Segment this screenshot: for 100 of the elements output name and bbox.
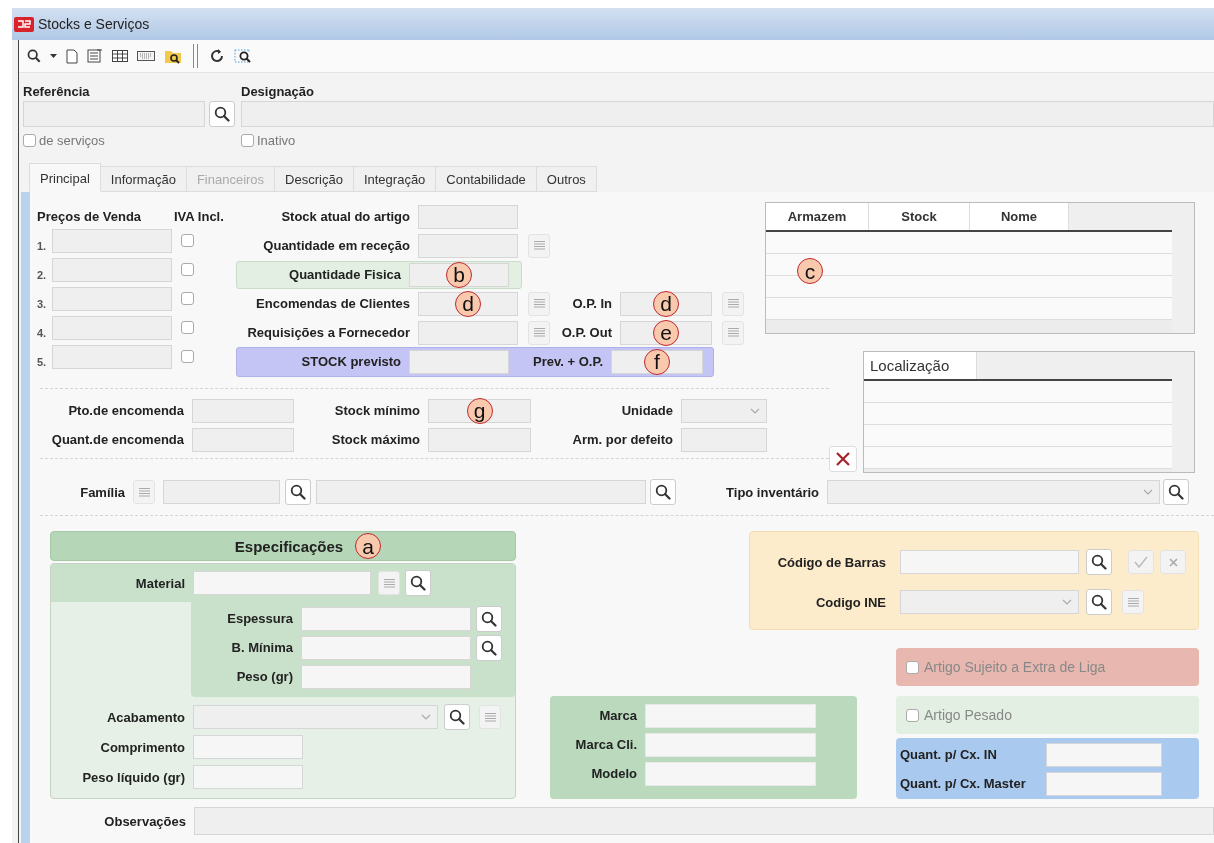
checkbox[interactable] — [23, 133, 36, 147]
input-field[interactable] — [645, 703, 816, 728]
check-icon — [1134, 556, 1148, 568]
delete-button[interactable] — [829, 446, 857, 472]
price-field[interactable] — [52, 257, 172, 282]
tab[interactable]: Descrição — [275, 166, 354, 192]
price-field[interactable] — [52, 286, 172, 311]
horizontal-scrollbar[interactable] — [766, 320, 1172, 333]
search-button[interactable] — [476, 634, 502, 661]
input-field[interactable] — [316, 480, 646, 504]
search-button[interactable] — [1163, 479, 1189, 505]
horizontal-scrollbar[interactable] — [864, 469, 1172, 472]
list-button[interactable] — [528, 320, 550, 345]
dropdown[interactable] — [681, 398, 767, 423]
input-field[interactable] — [192, 398, 294, 423]
table-row[interactable] — [766, 298, 1172, 320]
search-button[interactable] — [1086, 549, 1112, 575]
search-button[interactable] — [285, 479, 311, 505]
input-field[interactable] — [241, 101, 1214, 127]
checkbox-label[interactable]: Inativo — [241, 131, 1214, 149]
search-button[interactable] — [405, 570, 431, 596]
tab[interactable]: Integração — [353, 166, 437, 192]
checkbox[interactable] — [241, 133, 254, 147]
input-field[interactable] — [194, 807, 1214, 835]
list-button[interactable] — [528, 233, 550, 258]
search-button[interactable] — [476, 605, 502, 632]
caret-icon[interactable] — [50, 54, 57, 58]
cancel-button[interactable] — [1160, 550, 1186, 574]
input-field[interactable] — [900, 550, 1079, 574]
list-button[interactable] — [378, 571, 400, 595]
table-row[interactable] — [864, 447, 1172, 469]
column-header[interactable]: Stock — [869, 203, 970, 230]
input-field[interactable] — [301, 635, 471, 660]
search-icon — [410, 575, 426, 591]
input-field[interactable] — [301, 664, 471, 689]
price-field[interactable] — [52, 315, 172, 340]
field-label: Quantidade em receção — [262, 238, 411, 253]
search-button[interactable] — [1086, 589, 1112, 615]
checkbox[interactable] — [181, 321, 194, 334]
input-field[interactable] — [681, 427, 767, 452]
vertical-scrollbar[interactable] — [1172, 203, 1194, 333]
search-button[interactable] — [650, 479, 676, 505]
table-row[interactable] — [864, 381, 1172, 403]
price-field[interactable] — [52, 344, 172, 369]
search-icon[interactable] — [27, 49, 41, 63]
selection-search-icon[interactable] — [234, 48, 252, 64]
input-field[interactable] — [1046, 771, 1162, 796]
folder-search-icon[interactable] — [164, 48, 182, 64]
list-button[interactable] — [528, 291, 550, 316]
input-field[interactable] — [23, 101, 205, 127]
field-label: Prev. + O.P. — [532, 354, 604, 369]
vertical-scrollbar[interactable] — [1172, 352, 1194, 472]
column-header[interactable]: Armazem — [766, 203, 869, 230]
checkbox[interactable] — [181, 292, 194, 305]
input-field[interactable] — [645, 732, 816, 757]
checkbox[interactable] — [906, 660, 919, 674]
input-field[interactable] — [193, 735, 303, 759]
search-button[interactable] — [209, 101, 235, 127]
confirm-button[interactable] — [1128, 550, 1154, 574]
input-field[interactable] — [1046, 742, 1162, 767]
input-field[interactable] — [428, 427, 531, 452]
checkbox[interactable] — [906, 708, 919, 722]
search-button[interactable] — [444, 704, 470, 730]
tab[interactable]: Principal — [29, 163, 101, 192]
dropdown[interactable] — [900, 590, 1079, 614]
list-button[interactable] — [722, 291, 744, 316]
document-icon[interactable] — [66, 48, 78, 64]
tab[interactable]: Outros — [536, 166, 597, 192]
list-button[interactable] — [722, 320, 744, 345]
form-icon[interactable] — [87, 49, 103, 63]
price-field[interactable] — [52, 228, 172, 253]
grid-icon[interactable] — [112, 50, 128, 62]
list-button[interactable] — [479, 705, 501, 729]
table-row[interactable] — [864, 425, 1172, 447]
keyboard-icon[interactable] — [137, 51, 155, 61]
input-field[interactable] — [409, 349, 509, 374]
input-field[interactable] — [193, 765, 303, 789]
checkbox-label[interactable]: de serviços — [23, 131, 235, 149]
column-header[interactable]: Nome — [970, 203, 1069, 230]
input-field[interactable] — [418, 320, 518, 345]
input-field[interactable] — [193, 571, 371, 595]
input-field[interactable] — [192, 427, 294, 452]
input-field[interactable] — [163, 480, 280, 504]
checkbox[interactable] — [181, 263, 194, 276]
list-button[interactable] — [133, 480, 155, 504]
tab[interactable]: Informação — [100, 166, 187, 192]
input-field[interactable] — [418, 204, 518, 229]
checkbox[interactable] — [181, 234, 194, 247]
tab[interactable]: Contabilidade — [436, 166, 537, 192]
refresh-icon[interactable] — [209, 48, 225, 64]
input-field[interactable] — [418, 233, 518, 258]
input-field[interactable] — [645, 761, 816, 786]
table-row[interactable] — [864, 403, 1172, 425]
search-icon — [481, 610, 497, 627]
input-field[interactable] — [301, 606, 471, 631]
checkbox[interactable] — [181, 350, 194, 363]
column-header[interactable]: Localização — [864, 352, 977, 379]
list-button[interactable] — [1122, 590, 1144, 614]
dropdown[interactable] — [193, 705, 438, 729]
table-row[interactable] — [766, 232, 1172, 254]
